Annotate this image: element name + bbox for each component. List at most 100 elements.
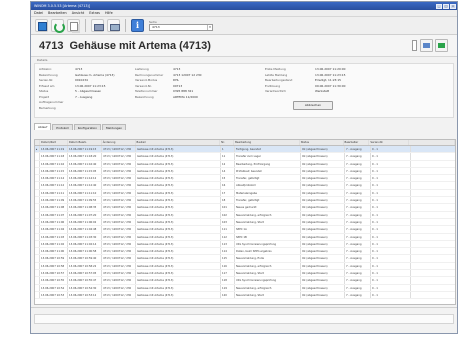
column-header[interactable]: Status xyxy=(300,140,344,145)
table-cell: Ok (abgeschlossen) xyxy=(301,284,345,291)
table-row[interactable]: 13.06.2007 10:59 13.06.2007 10:59:40 4713 … xyxy=(35,255,455,263)
table-row[interactable]: 13.06.2007 11:14 13.06.2007 11:14:12 4713 … xyxy=(35,175,455,183)
table-cell: Ok (abgeschlossen) xyxy=(301,248,345,255)
table-cell: 13.06.2007 11:02 xyxy=(40,240,68,248)
column-header[interactable] xyxy=(409,140,455,145)
minimize-button[interactable]: _ xyxy=(436,3,442,9)
save-icon[interactable] xyxy=(35,19,48,32)
table-row[interactable]: 13.06.2007 11:11 13.06.2007 11:11:10 4713 … xyxy=(35,189,455,198)
table-cell: 4713 / 1200712 / 230 xyxy=(102,255,136,262)
menu-bearbeiten[interactable]: Bearbeiten xyxy=(48,11,67,15)
table-cell: 13.06.2007 10:57:05 xyxy=(68,270,102,277)
table-cell: Gehäuse mit Artema (4713) xyxy=(136,153,221,160)
column-header[interactable]: Serien-Nr. xyxy=(369,140,410,145)
table-cell: Neuanmeldung, Start xyxy=(235,291,301,299)
menu-ansicht[interactable]: Ansicht xyxy=(72,11,85,15)
table-cell: 115 xyxy=(221,255,235,262)
export-icon[interactable] xyxy=(435,39,448,52)
table-cell: 0 - 1 xyxy=(371,197,411,204)
table-cell: Gehäuse mit Artema (4713) xyxy=(136,204,221,211)
column-header[interactable]: Bearbeitung xyxy=(234,140,300,145)
menu-datei[interactable]: Datei xyxy=(34,11,43,15)
table-cell: 13.06.2007 11:04:48 xyxy=(68,226,102,233)
table-cell: 7 - Ausgang xyxy=(345,167,371,175)
table-row[interactable]: 13.06.2007 11:15 13.06.2007 11:15:05 4713 … xyxy=(35,167,455,176)
table-cell: 13.06.2007 10:57 xyxy=(40,270,68,277)
table-cell: Gehäuse mit Artema (4713) xyxy=(136,175,221,182)
detail-key: Bezeichnung xyxy=(135,94,154,99)
table-cell: 13.06.2007 10:53 xyxy=(40,291,68,299)
table-cell: 102 xyxy=(221,211,235,218)
table-cell: Gehäuse mit Artema (4713) xyxy=(136,182,221,189)
cancel-button[interactable]: Abbrechen xyxy=(293,101,333,110)
table-cell: 4713 / 1200712 / 230 xyxy=(102,182,136,189)
table-cell: 4713 / 1200712 / 230 xyxy=(102,153,136,160)
table-row[interactable]: 13.06.2007 11:07 13.06.2007 11:07:20 4713 … xyxy=(35,211,455,219)
table-row[interactable]: 13.06.2007 10:57 13.06.2007 10:57:05 4713 … xyxy=(35,270,455,278)
record-number: 4713 xyxy=(39,39,64,52)
chevron-down-icon[interactable]: ▾ xyxy=(207,24,212,30)
table-cell: 7 - Ausgang xyxy=(345,153,371,160)
table-row[interactable]: 13.06.2007 11:09 13.06.2007 11:09:55 4713 … xyxy=(35,197,455,205)
table-cell: Ablaufprotokoll xyxy=(235,182,301,189)
table-cell: Neuanmeldung, erfolgreich xyxy=(235,284,301,291)
table-cell: 13.06.2007 11:14:12 xyxy=(68,175,102,182)
column-header[interactable]: Änderung xyxy=(102,140,136,145)
table-row[interactable]: 13.06.2007 10:55 13.06.2007 10:55:47 4713 … xyxy=(35,277,455,285)
table-cell: 0 - 1 xyxy=(371,175,411,182)
tab-ablauf[interactable]: Ablauf xyxy=(34,123,52,130)
edit-icon[interactable] xyxy=(420,39,433,52)
table-cell: Gehäuse mit Artema (4713) xyxy=(136,291,221,299)
print-preview-icon[interactable] xyxy=(107,19,120,32)
refresh-icon[interactable] xyxy=(51,19,65,33)
table-row[interactable]: 13.06.2007 11:03 13.06.2007 11:03:30 4713 … xyxy=(35,233,455,241)
table-row[interactable]: 13.06.2007 11:02 13.06.2007 11:02:14 4713 … xyxy=(35,240,455,249)
close-button[interactable]: × xyxy=(450,3,456,9)
search-value: 4713 xyxy=(152,25,160,29)
toolbar: i Suche 4713 ▾ xyxy=(31,17,457,35)
table-cell: Ok (abgeschlossen) xyxy=(301,153,345,160)
table-row[interactable]: 13.06.2007 11:00 13.06.2007 11:00:58 4713 … xyxy=(35,248,455,256)
table-cell: 113 xyxy=(221,240,235,248)
column-header[interactable]: Bearbeiter xyxy=(344,140,370,145)
search-input[interactable]: 4713 ▾ xyxy=(149,23,213,31)
column-header[interactable]: Nr. xyxy=(220,140,235,145)
table-cell: 4713 / 1200712 / 230 xyxy=(102,146,136,153)
info-icon[interactable]: i xyxy=(131,19,144,32)
status-text xyxy=(34,314,454,324)
tab-konfiguration[interactable]: Konfiguration xyxy=(73,124,102,130)
copy-icon[interactable] xyxy=(67,19,80,32)
table-row[interactable]: 13.06.2007 11:18 13.06.2007 11:18:20 4713 … xyxy=(35,153,455,161)
table-row[interactable]: 13.06.2007 11:04 13.06.2007 11:04:48 4713 … xyxy=(35,226,455,234)
print-icon[interactable] xyxy=(91,19,104,32)
table-row[interactable]: 13.06.2007 11:08 13.06.2007 11:08:35 4713 … xyxy=(35,204,455,212)
tab-meldungen[interactable]: Meldungen xyxy=(102,124,127,130)
toolbar-separator xyxy=(85,19,86,32)
table-row[interactable]: 13.06.2007 11:06 13.06.2007 11:06:02 4713 … xyxy=(35,218,455,227)
table-cell: 4713 / 1200712 / 230 xyxy=(102,218,136,226)
table-row[interactable]: 13.06.2007 11:16 13.06.2007 11:16:40 4713 … xyxy=(35,160,455,168)
table-cell: Gehäuse mit Artema (4713) xyxy=(136,167,221,175)
events-table: Datum/Zeit Datum Bearb. Änderung Bauteil Nr.… xyxy=(34,139,456,305)
record-spinner[interactable] xyxy=(412,40,417,51)
table-cell: Ok (abgeschlossen) xyxy=(301,218,345,226)
table-cell: Neuanmeldung, erfolgreich xyxy=(235,211,301,218)
details-column-3: Erste Meldung 13.06.2007 11:20:00 Letzte M… xyxy=(265,67,375,95)
tab-protokoll[interactable]: Protokoll xyxy=(52,124,73,130)
column-header[interactable]: Datum Bearb. xyxy=(68,140,102,145)
column-header[interactable]: Datum/Zeit xyxy=(40,140,68,145)
table-cell: 13.06.2007 10:54:30 xyxy=(68,284,102,291)
table-row[interactable]: 13.06.2007 10:54 13.06.2007 10:54:30 4713 … xyxy=(35,284,455,292)
table-row[interactable]: 13.06.2007 10:53 13.06.2007 10:53:12 4713 … xyxy=(35,291,455,300)
table-cell: 0 - 1 xyxy=(371,255,411,262)
table-row[interactable]: 13.06.2007 10:58 13.06.2007 10:58:22 4713 … xyxy=(35,262,455,271)
table-row[interactable]: ▸ 13.06.2007 11:19 13.06.2007 11:19:15 4713… xyxy=(35,146,455,154)
table-cell: 4713 / 1200712 / 230 xyxy=(102,270,136,277)
maximize-button[interactable]: □ xyxy=(443,3,449,9)
menu-extras[interactable]: Extras xyxy=(89,11,100,15)
table-cell: Ok (abgeschlossen) xyxy=(301,226,345,233)
table-cell: Gehäuse mit Artema (4713) xyxy=(136,284,221,291)
table-row[interactable]: 13.06.2007 11:12 13.06.2007 11:12:40 4713 … xyxy=(35,182,455,190)
column-header[interactable]: Bauteil xyxy=(136,140,221,145)
menu-hilfe[interactable]: Hilfe xyxy=(105,11,113,15)
